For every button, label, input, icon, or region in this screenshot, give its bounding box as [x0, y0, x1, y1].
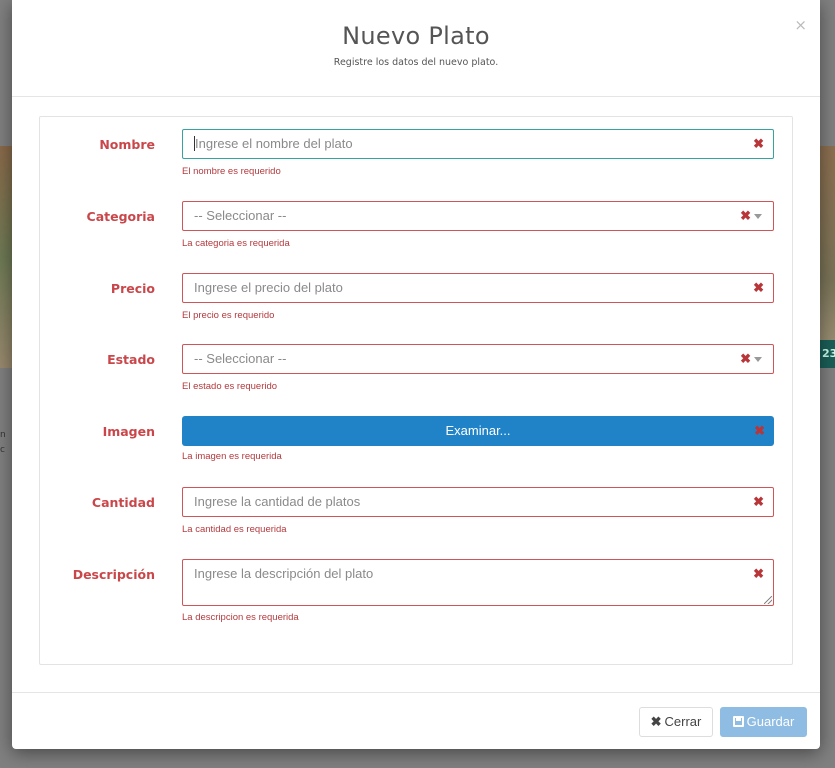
chevron-down-icon[interactable]: [754, 357, 762, 362]
estado-label: Estado: [107, 352, 155, 367]
nombre-placeholder: Ingrese el nombre del plato: [195, 136, 353, 151]
descripcion-placeholder: Ingrese la descripción del plato: [194, 566, 374, 581]
nombre-label: Nombre: [99, 137, 155, 152]
close-icon[interactable]: ×: [794, 18, 807, 33]
estado-selected: -- Seleccionar --: [194, 351, 287, 366]
background-badge: 23: [820, 340, 835, 368]
estado-error: El estado es requerido: [182, 381, 278, 392]
close-icon: ✖: [650, 714, 662, 729]
modal-footer: ✖ Cerrar Guardar: [12, 692, 820, 749]
cancel-button-label: Cerrar: [664, 714, 702, 729]
error-icon: ✖: [754, 423, 765, 438]
error-icon: ✖: [753, 280, 764, 295]
precio-placeholder: Ingrese el precio del plato: [194, 280, 343, 295]
clear-icon[interactable]: ✖: [740, 345, 751, 373]
descripcion-textarea[interactable]: Ingrese la descripción del plato ✖: [182, 559, 774, 606]
imagen-label: Imagen: [102, 424, 155, 439]
resize-handle-icon[interactable]: [764, 596, 772, 604]
cancel-button[interactable]: ✖ Cerrar: [639, 707, 713, 737]
modal-subtitle: Registre los datos del nuevo plato.: [333, 57, 499, 68]
modal-title: Nuevo Plato: [342, 22, 490, 50]
nombre-error: El nombre es requerido: [182, 166, 281, 177]
browse-image-button[interactable]: Examinar... ✖: [182, 416, 774, 446]
clear-icon[interactable]: ✖: [740, 202, 751, 230]
cantidad-placeholder: Ingrese la cantidad de platos: [194, 494, 361, 509]
error-icon: ✖: [753, 494, 764, 509]
descripcion-error: La descripcion es requerida: [182, 612, 299, 623]
floppy-disk-icon: [732, 716, 744, 727]
save-button[interactable]: Guardar: [720, 707, 807, 737]
categoria-error: La categoria es requerida: [182, 238, 290, 249]
cantidad-error: La cantidad es requerida: [182, 524, 287, 535]
categoria-select[interactable]: -- Seleccionar -- ✖: [182, 201, 774, 231]
precio-error: El precio es requerido: [182, 310, 275, 321]
dish-form: Nombre Ingrese el nombre del plato ✖ El …: [39, 116, 793, 665]
categoria-selected: -- Seleccionar --: [194, 208, 287, 223]
chevron-down-icon[interactable]: [754, 214, 762, 219]
background-dish-image-right: [820, 146, 835, 368]
categoria-label: Categoria: [86, 209, 155, 224]
error-icon: ✖: [753, 136, 764, 151]
browse-button-label: Examinar...: [445, 423, 511, 438]
error-icon: ✖: [753, 566, 764, 581]
modal-header: Nuevo Plato Registre los datos del nuevo…: [12, 0, 820, 97]
imagen-error: La imagen es requerida: [182, 451, 282, 462]
cantidad-label: Cantidad: [91, 495, 155, 510]
new-dish-modal: Nuevo Plato Registre los datos del nuevo…: [12, 0, 820, 749]
descripcion-label: Descripción: [72, 567, 155, 582]
estado-select[interactable]: -- Seleccionar -- ✖: [182, 344, 774, 374]
background-text: n c: [0, 430, 6, 455]
precio-input[interactable]: Ingrese el precio del plato ✖: [182, 273, 774, 303]
nombre-input[interactable]: Ingrese el nombre del plato ✖: [182, 129, 774, 159]
cantidad-input[interactable]: Ingrese la cantidad de platos ✖: [182, 487, 774, 517]
save-button-label: Guardar: [746, 714, 795, 729]
precio-label: Precio: [110, 281, 155, 296]
